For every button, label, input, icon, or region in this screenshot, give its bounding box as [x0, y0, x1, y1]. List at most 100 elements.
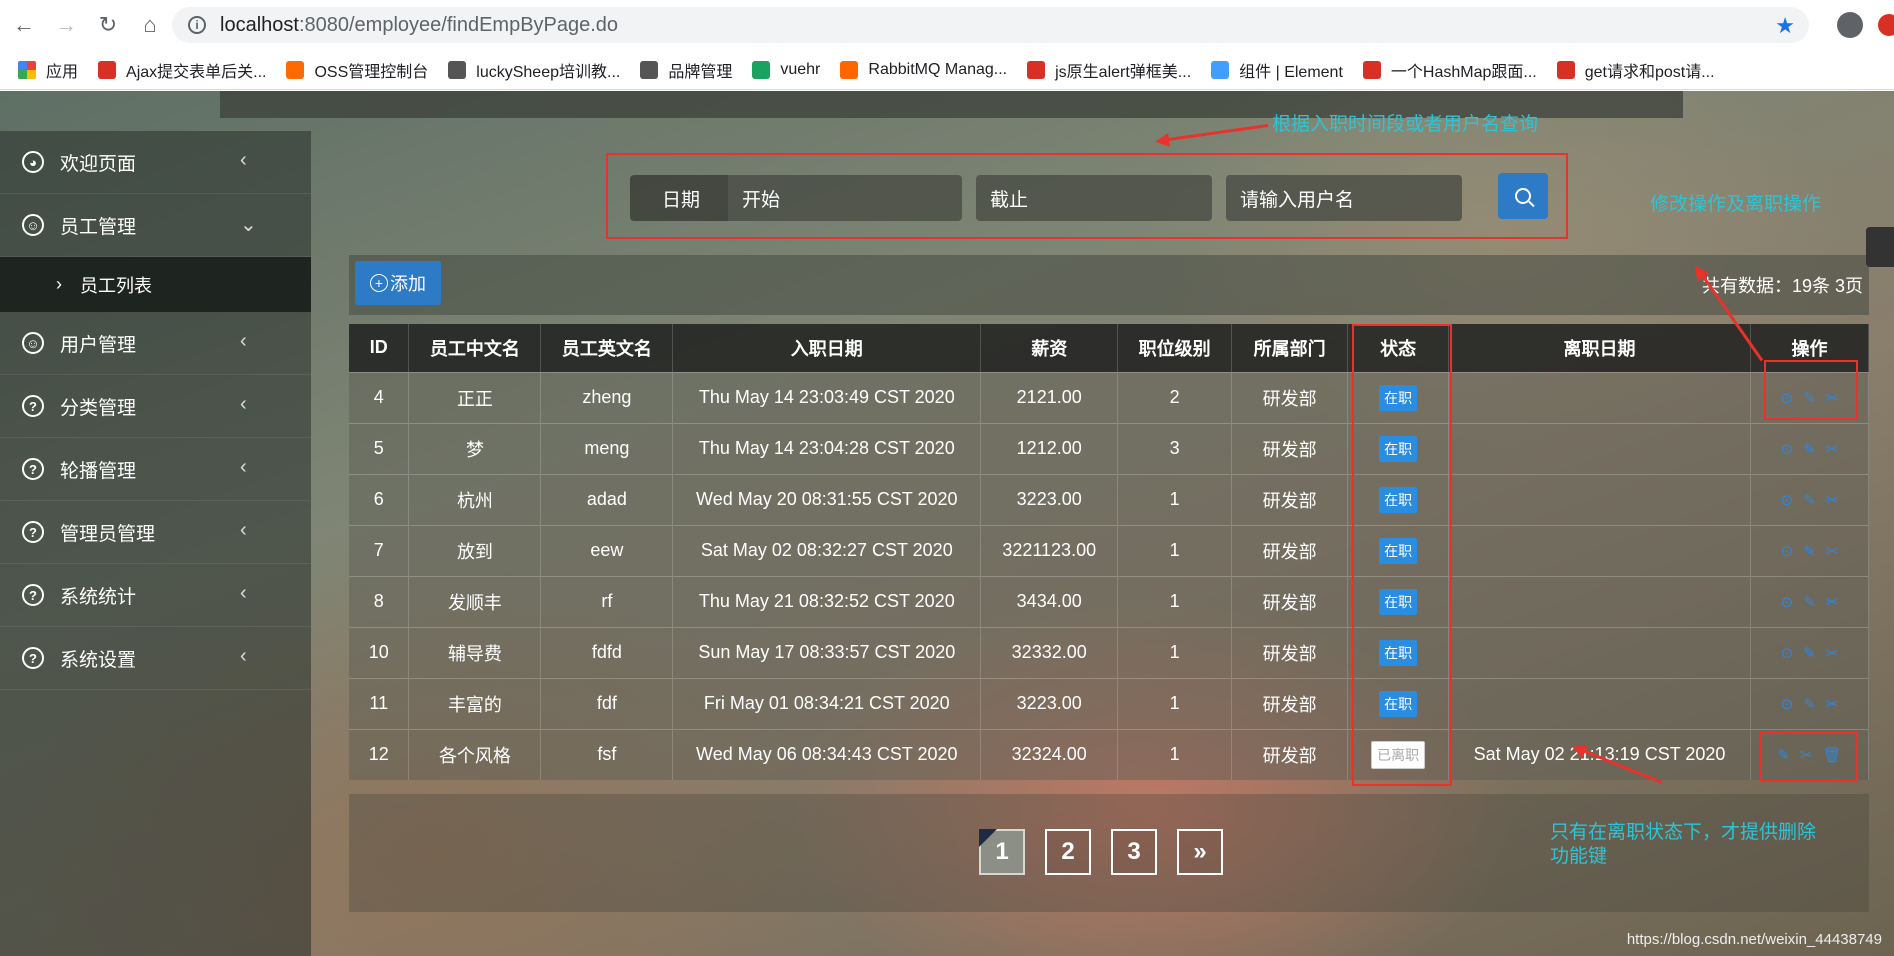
cell-level: 1 [1117, 473, 1233, 525]
table-row: 6 杭州 adad Wed May 20 08:31:55 CST 2020 3223.… [349, 473, 1870, 525]
search-annotation-arrow [1158, 124, 1269, 143]
bookmarks-bar: 应用 Ajax提交表单后关... OSS管理控制台 luckySheep培训教... 品… [0, 50, 1894, 90]
cell-id: 5 [349, 422, 410, 474]
edit-icon[interactable]: ✎ [1803, 695, 1816, 713]
table-header-row: ID 员工中文名 员工英文名 入职日期 薪资 职位级别 所属部门 状态 离职日期 操作 [349, 324, 1870, 372]
cell-dept: 研发部 [1231, 626, 1349, 678]
download-icon[interactable]: ⊙ [1781, 695, 1794, 713]
chevron-right-icon: › [56, 274, 62, 294]
sidebar-item[interactable]: ? 系统统计 ‹ [0, 564, 311, 627]
page-button[interactable]: 3 [1111, 829, 1157, 875]
bookmark-item[interactable]: 一个HashMap跟面... [1362, 58, 1537, 82]
profile-icon[interactable] [1837, 12, 1863, 38]
resign-icon[interactable]: ✂ [1826, 440, 1839, 458]
bookmark-item[interactable]: get请求和post请... [1556, 58, 1715, 82]
cell-actions: ⊙ ✎ ✂ [1750, 473, 1870, 525]
resign-icon[interactable]: ✂ [1826, 593, 1839, 611]
bookmark-favicon-icon [752, 60, 771, 79]
sidebar-item[interactable]: ☺ 用户管理 ‹ [0, 312, 311, 375]
edit-icon[interactable]: ✎ [1803, 644, 1816, 662]
cell-leave-date [1448, 677, 1751, 729]
home-icon[interactable]: ⌂ [132, 7, 168, 43]
download-icon[interactable]: ⊙ [1781, 644, 1794, 662]
add-button[interactable]: + 添加 [355, 261, 441, 305]
cell-en: rf [540, 575, 674, 627]
bookmark-item[interactable]: OSS管理控制台 [286, 58, 428, 82]
sidebar-item[interactable]: ? 系统设置 ‹ [0, 627, 311, 690]
table-row: 10 辅导费 fdfd Sun May 17 08:33:57 CST 2020 323… [349, 626, 1870, 678]
pagination-area: 1 2 3 » [349, 794, 1869, 912]
cell-id: 10 [349, 626, 410, 678]
cell-dept: 研发部 [1231, 524, 1349, 576]
cell-salary: 3223.00 [980, 473, 1119, 525]
bookmark-item[interactable]: luckySheep培训教... [448, 58, 620, 82]
cell-id: 6 [349, 473, 410, 525]
cell-dept: 研发部 [1231, 677, 1349, 729]
bookmark-item[interactable]: 组件 | Element [1211, 58, 1343, 82]
next-page-button[interactable]: » [1177, 829, 1223, 875]
sidebar-subitem-label: 员工列表 [80, 275, 152, 296]
resign-icon[interactable]: ✂ [1826, 644, 1839, 662]
watermark: https://blog.csdn.net/weixin_44438749 [1626, 931, 1882, 948]
cell-level: 1 [1117, 728, 1233, 780]
bookmark-label: vuehr [780, 60, 821, 78]
cell-cn: 丰富的 [408, 677, 542, 729]
cell-actions: ⊙ ✎ ✂ [1750, 575, 1870, 627]
search-annotation: 根据入职时间段或者用户名查询 [1272, 113, 1539, 135]
cell-hire: Fri May 01 08:34:21 CST 2020 [672, 677, 982, 729]
reload-icon[interactable]: ↻ [90, 7, 126, 43]
cell-dept: 研发部 [1231, 473, 1349, 525]
info-icon[interactable]: i [188, 16, 206, 34]
sidebar-item[interactable]: ? 轮播管理 ‹ [0, 438, 311, 501]
address-bar[interactable]: i localhost:8080/employee/findEmpByPage.… [172, 7, 1809, 43]
bookmark-item[interactable]: vuehr [752, 60, 821, 79]
palette-icon: ◕ [22, 151, 44, 173]
chevron-left-icon: ‹ [240, 456, 247, 478]
resign-icon[interactable]: ✂ [1826, 491, 1839, 509]
question-icon: ? [22, 395, 44, 417]
download-icon[interactable]: ⊙ [1781, 491, 1794, 509]
bookmark-item[interactable]: 应用 [18, 58, 78, 82]
cell-salary: 2121.00 [980, 371, 1119, 423]
resign-icon[interactable]: ✂ [1826, 542, 1839, 560]
cell-hire: Sat May 02 08:32:27 CST 2020 [672, 524, 982, 576]
column-header: 所属部门 [1231, 324, 1349, 372]
bookmark-item[interactable]: RabbitMQ Manag... [840, 60, 1007, 79]
edit-icon[interactable]: ✎ [1803, 440, 1816, 458]
sidebar-item[interactable]: ◕ 欢迎页面 ‹ [0, 131, 311, 194]
sidebar-item[interactable]: ? 分类管理 ‹ [0, 375, 311, 438]
cell-hire: Thu May 14 23:04:28 CST 2020 [672, 422, 982, 474]
column-header: 员工英文名 [540, 324, 674, 372]
chevron-down-icon: ⌄ [240, 214, 257, 236]
bookmark-favicon-icon [448, 60, 467, 79]
resign-icon[interactable]: ✂ [1826, 695, 1839, 713]
sidebar-item[interactable]: ? 管理员管理 ‹ [0, 501, 311, 564]
forward-icon[interactable]: → [48, 7, 84, 43]
sidebar-item-label: 系统统计 [60, 586, 137, 608]
column-header: 入职日期 [672, 324, 982, 372]
page-button[interactable]: 1 [979, 829, 1025, 875]
cell-actions: ⊙ ✎ ✂ [1750, 422, 1870, 474]
row-actions: ⊙ ✎ ✂ [1781, 440, 1839, 458]
floating-widget-icon[interactable] [1866, 227, 1894, 267]
page-button[interactable]: 2 [1045, 829, 1091, 875]
back-icon[interactable]: ← [6, 7, 42, 43]
bookmark-star-icon[interactable]: ★ [1775, 13, 1795, 39]
bookmark-favicon-icon [1211, 60, 1230, 79]
delete-annotation-line2: 功能键 [1550, 845, 1608, 867]
bookmark-label: 组件 | Element [1239, 63, 1343, 81]
edit-icon[interactable]: ✎ [1803, 491, 1816, 509]
sidebar-item[interactable]: ☺ 员工管理 ⌄ [0, 194, 311, 257]
sidebar-subitem-employee-list[interactable]: › 员工列表 [0, 257, 311, 312]
download-icon[interactable]: ⊙ [1781, 542, 1794, 560]
cell-leave-date [1448, 626, 1751, 678]
download-icon[interactable]: ⊙ [1781, 593, 1794, 611]
bookmark-item[interactable]: Ajax提交表单后关... [98, 58, 266, 82]
extension-icon[interactable] [1878, 14, 1894, 36]
edit-icon[interactable]: ✎ [1803, 593, 1816, 611]
bookmark-item[interactable]: 品牌管理 [640, 58, 732, 82]
download-icon[interactable]: ⊙ [1781, 440, 1794, 458]
edit-icon[interactable]: ✎ [1803, 542, 1816, 560]
cell-id: 7 [349, 524, 410, 576]
bookmark-item[interactable]: js原生alert弹框美... [1027, 58, 1191, 82]
